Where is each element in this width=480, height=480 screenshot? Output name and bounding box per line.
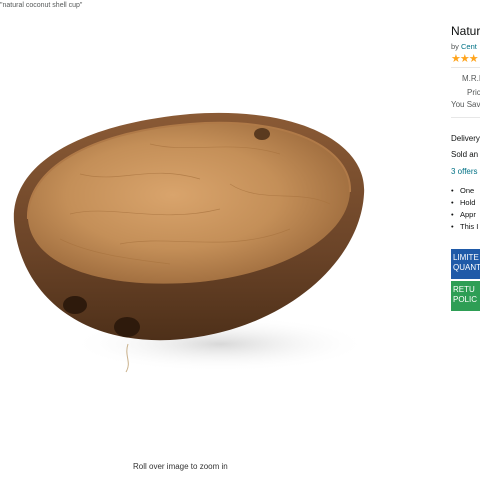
list-item: • This I [451,222,479,231]
delivery-info: Delivery [451,134,480,143]
product-image-pane[interactable] [0,14,372,454]
mrp-label: M.R.I [462,74,480,83]
product-title[interactable]: Natur [451,24,480,38]
rating-stars-icon[interactable]: ★★★ [451,52,479,65]
badge-line: LIMITE [453,253,479,262]
list-item: • Appr [451,210,476,219]
sold-by-info: Sold an [451,150,479,159]
coconut-shell-cup-image[interactable] [0,14,372,454]
badge-line: POLIC [453,295,478,304]
brand-link[interactable]: Cent [461,42,477,51]
buy-box: Natur by Cent ★★★ M.R.I Pric You Sav Del… [451,0,480,480]
badge-line: QUANT [453,263,480,272]
breadcrumb: "natural coconut shell cup" [0,2,83,9]
price-label: Pric [467,88,480,97]
divider [451,117,480,118]
offers-link[interactable]: 3 offers [451,167,478,176]
zoom-hint: Roll over image to zoom in [133,462,228,471]
limited-quantity-badge[interactable]: LIMITE QUANT [451,249,480,279]
list-item: • One [451,186,475,195]
feature-bullets: • One • Hold • Appr • This I [451,185,478,233]
badge-line: RETU [453,285,475,294]
list-item: • Hold [451,198,476,207]
brand-line: by Cent [451,42,477,51]
brand-prefix: by [451,42,459,51]
return-policy-badge[interactable]: RETU POLIC [451,281,480,311]
divider [451,67,480,68]
savings-label: You Sav [451,100,480,109]
